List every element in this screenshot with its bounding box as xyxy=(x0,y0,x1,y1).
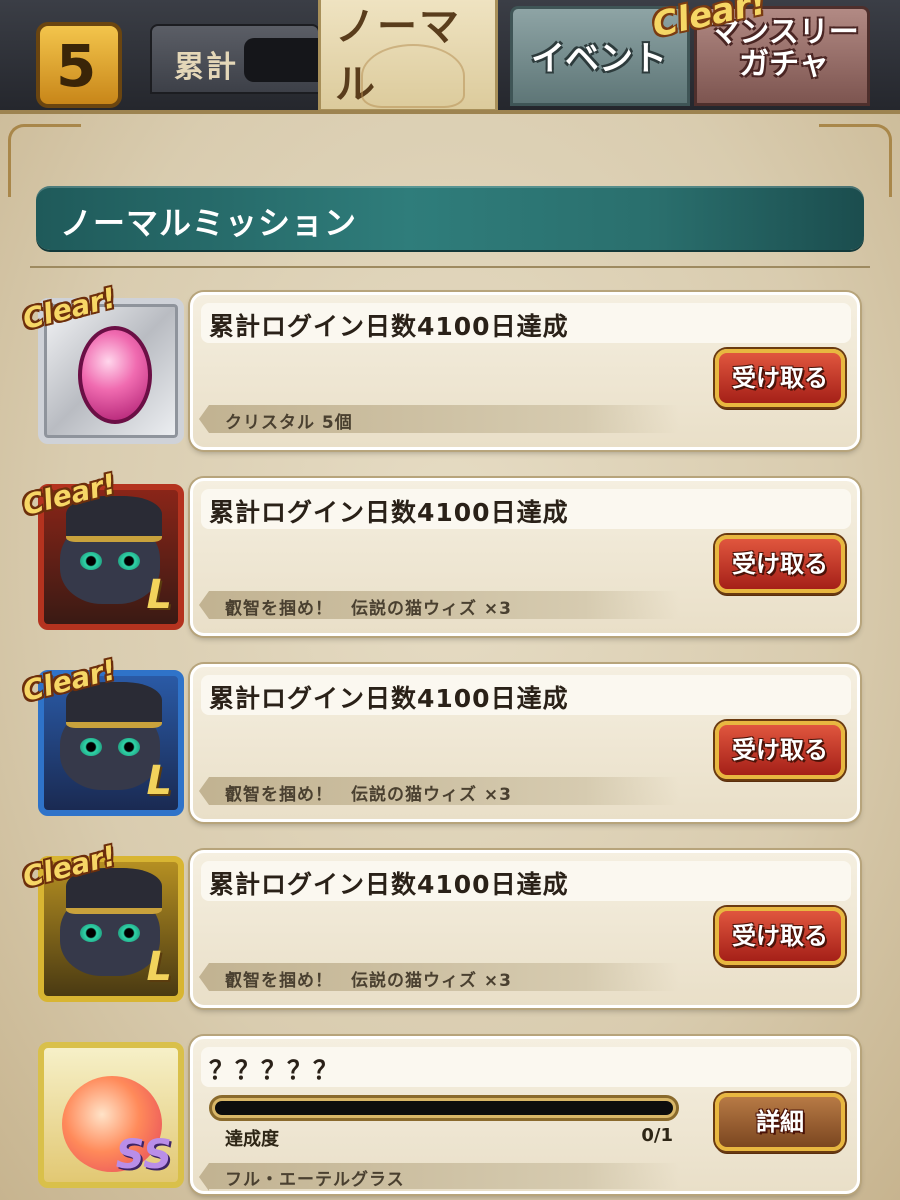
receive-button-label: 受け取る xyxy=(732,736,828,764)
receive-button-label: 受け取る xyxy=(732,550,828,578)
receive-button-label: 受け取る xyxy=(732,922,828,950)
mission-card: ？？？？？ 達成度 0/1 詳細 フル・エーテルグラス xyxy=(190,1036,860,1194)
section-title: ノーマルミッション xyxy=(60,204,358,242)
mission-title-bar: 累計ログイン日数4100日達成 xyxy=(201,303,851,343)
cat-eye-left xyxy=(80,738,102,756)
rank-ss-icon: SS xyxy=(115,1132,172,1178)
reward-text: フル・エーテルグラス xyxy=(225,1170,405,1190)
cat-eye-right xyxy=(118,552,140,570)
gem-shape xyxy=(78,326,152,424)
cat-eye-left xyxy=(80,924,102,942)
mission-card: 累計ログイン日数4100日達成 受け取る 叡智を掴め！ 伝説の猫ウィズ ×3 xyxy=(190,664,860,822)
details-button-label: 詳細 xyxy=(756,1108,804,1136)
tab-total-label: 累計 xyxy=(174,50,238,85)
reward-ribbon: 叡智を掴め！ 伝説の猫ウィズ ×3 xyxy=(199,963,679,991)
cat-eye-right xyxy=(118,924,140,942)
mission-title: 累計ログイン日数4100日達成 xyxy=(209,498,569,527)
mission-title-bar: 累計ログイン日数4100日達成 xyxy=(201,675,851,715)
reward-text: 叡智を掴め！ 伝説の猫ウィズ ×3 xyxy=(225,599,512,619)
progress-track xyxy=(215,1101,673,1115)
progress-bar xyxy=(209,1095,679,1121)
fairy-orb-icon: SS xyxy=(38,1042,184,1188)
receive-button[interactable]: 受け取る xyxy=(715,907,845,965)
rank-l-icon: L xyxy=(146,758,173,804)
rank-l-icon: L xyxy=(146,944,173,990)
cat-eye-left xyxy=(80,552,102,570)
reward-text: クリスタル 5個 xyxy=(225,413,353,433)
tab-total[interactable]: 累計 xyxy=(150,24,334,94)
receive-button[interactable]: 受け取る xyxy=(715,535,845,593)
mission-title: 累計ログイン日数4100日達成 xyxy=(209,312,569,341)
mission-title-bar: ？？？？？ xyxy=(201,1047,851,1087)
reward-ribbon: 叡智を掴め！ 伝説の猫ウィズ ×3 xyxy=(199,591,679,619)
tab-event-label: イベント xyxy=(531,39,667,79)
reward-text: 叡智を掴め！ 伝説の猫ウィズ ×3 xyxy=(225,971,512,991)
mission-title-bar: 累計ログイン日数4100日達成 xyxy=(201,489,851,529)
mission-row: SS ？？？？？ 達成度 0/1 詳細 フル・エーテルグラス xyxy=(0,1030,900,1200)
back-button[interactable]: 5 xyxy=(36,22,122,108)
reward-text: 叡智を掴め！ 伝説の猫ウィズ ×3 xyxy=(225,785,512,805)
reward-ribbon: 叡智を掴め！ 伝説の猫ウィズ ×3 xyxy=(199,777,679,805)
mission-title: 累計ログイン日数4100日達成 xyxy=(209,684,569,713)
mission-row: L Clear! 累計ログイン日数4100日達成 受け取る 叡智を掴め！ 伝説の… xyxy=(0,467,900,642)
top-tab-bar: 5 累計 ノーマル イベント マンスリーガチャ Clear! xyxy=(0,0,900,118)
mission-title: 累計ログイン日数4100日達成 xyxy=(209,870,569,899)
progress-label: 達成度 xyxy=(225,1129,279,1150)
mission-title-bar: 累計ログイン日数4100日達成 xyxy=(201,861,851,901)
mission-card: 累計ログイン日数4100日達成 受け取る クリスタル 5個 xyxy=(190,292,860,450)
receive-button-label: 受け取る xyxy=(732,364,828,392)
back-glyph: 5 xyxy=(56,32,97,100)
progress-count: 0/1 xyxy=(641,1125,673,1146)
mission-card: 累計ログイン日数4100日達成 受け取る 叡智を掴め！ 伝説の猫ウィズ ×3 xyxy=(190,850,860,1008)
section-header: ノーマルミッション xyxy=(36,186,864,250)
reward-ribbon: フル・エーテルグラス xyxy=(199,1163,679,1191)
mission-title: ？？？？？ xyxy=(209,1056,340,1085)
details-button[interactable]: 詳細 xyxy=(715,1093,845,1151)
mission-panel: ノーマルミッション Clear! 累計ログイン日数4100日達成 受け取る クリ… xyxy=(0,110,900,1200)
reward-ribbon: クリスタル 5個 xyxy=(199,405,679,433)
mission-card: 累計ログイン日数4100日達成 受け取る 叡智を掴め！ 伝説の猫ウィズ ×3 xyxy=(190,478,860,636)
mission-row: L Clear! 累計ログイン日数4100日達成 受け取る 叡智を掴め！ 伝説の… xyxy=(0,653,900,828)
mission-row: L Clear! 累計ログイン日数4100日達成 受け取る 叡智を掴め！ 伝説の… xyxy=(0,839,900,1014)
mission-row: Clear! 累計ログイン日数4100日達成 受け取る クリスタル 5個 xyxy=(0,281,900,456)
receive-button[interactable]: 受け取る xyxy=(715,349,845,407)
cat-eye-right xyxy=(118,738,140,756)
tab-normal[interactable]: ノーマル xyxy=(318,0,498,112)
tab-normal-ornament xyxy=(361,44,465,108)
receive-button[interactable]: 受け取る xyxy=(715,721,845,779)
section-divider xyxy=(30,266,870,268)
rank-l-icon: L xyxy=(146,572,173,618)
